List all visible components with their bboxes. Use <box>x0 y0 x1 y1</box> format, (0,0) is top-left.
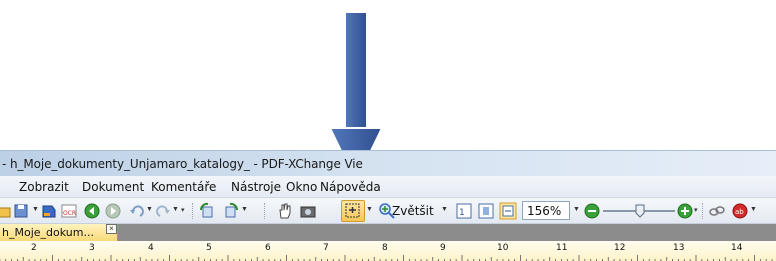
menu-komentare[interactable]: Komentáře <box>151 180 216 194</box>
toolbar-separator <box>702 203 704 219</box>
zoom-in-icon[interactable] <box>676 202 694 220</box>
hand-tool-icon[interactable] <box>276 202 294 220</box>
toolbar-separator <box>192 203 194 219</box>
ruler-number: 9 <box>440 243 446 253</box>
ruler-number: 10 <box>497 243 509 253</box>
ruler-number: 5 <box>206 243 212 253</box>
ruler-number: 7 <box>323 243 329 253</box>
scan-icon[interactable] <box>40 202 58 220</box>
zoom-level-input[interactable]: 156% <box>522 201 570 220</box>
open-icon[interactable] <box>0 202 12 220</box>
document-tab-strip: h_Moje_dokum... × <box>0 224 776 241</box>
save-icon[interactable] <box>12 202 30 220</box>
ruler-number: 6 <box>265 243 271 253</box>
forward-icon[interactable] <box>104 202 122 220</box>
window-title-bar[interactable]: - h_Moje_dokumenty_Unjamaro_katalogy_ - … <box>0 150 776 176</box>
zoom-in-dropdown-icon[interactable]: ▼ <box>441 206 448 213</box>
zoom-slider-thumb-icon[interactable] <box>631 202 649 220</box>
window-title: - h_Moje_dokumenty_Unjamaro_katalogy_ - … <box>2 157 363 171</box>
horizontal-ruler: 2 3 4 5 6 7 8 9 10 11 12 13 14 <box>0 241 776 261</box>
marquee-zoom-icon[interactable] <box>344 202 362 220</box>
link-tool-icon[interactable] <box>708 202 726 220</box>
menu-nastroje[interactable]: Nástroje <box>231 180 281 194</box>
ruler-number: 4 <box>148 243 154 253</box>
ruler-number: 11 <box>556 243 568 253</box>
ruler-number: 13 <box>673 243 685 253</box>
spell-check-icon[interactable]: ab <box>731 202 749 220</box>
redo-icon[interactable] <box>154 202 172 220</box>
ruler-number: 8 <box>382 243 388 253</box>
svg-text:OCR: OCR <box>63 210 76 217</box>
zoom-options-icon[interactable]: ▾ <box>694 206 698 214</box>
ocr-icon[interactable]: OCR <box>60 202 78 220</box>
menu-okno[interactable]: Okno <box>286 180 317 194</box>
redo-dropdown-icon[interactable]: ▼ <box>172 206 179 213</box>
svg-text:1: 1 <box>459 208 465 218</box>
rotate-right-icon[interactable] <box>222 202 240 220</box>
save-dropdown-icon[interactable]: ▼ <box>32 206 39 213</box>
menu-dokument[interactable]: Dokument <box>82 180 144 194</box>
toolbar-separator <box>264 203 266 219</box>
menu-bar: Zobrazit Dokument Komentáře Nástroje Okn… <box>0 176 776 198</box>
ruler-number: 14 <box>731 243 743 253</box>
main-toolbar: ▼ OCR ▼ ▼ ▾ ▼ ▼ Zvětšit ▼ 1 156% ▼ ▾ ab … <box>0 198 776 224</box>
zoom-level-dropdown-icon[interactable]: ▼ <box>573 206 580 213</box>
fit-page-icon[interactable] <box>477 202 495 220</box>
zoom-in-label[interactable]: Zvětšit <box>392 204 434 218</box>
ruler-number: 2 <box>31 243 37 253</box>
zoom-tool-dropdown-icon[interactable]: ▼ <box>366 206 373 213</box>
menu-zobrazit[interactable]: Zobrazit <box>19 180 69 194</box>
tab-document-label: h_Moje_dokum... <box>2 226 94 239</box>
fit-width-icon[interactable] <box>499 202 517 220</box>
undo-icon[interactable] <box>128 202 146 220</box>
back-icon[interactable] <box>83 202 101 220</box>
svg-text:ab: ab <box>735 208 744 216</box>
toolbar-options-icon[interactable]: ▾ <box>181 206 185 214</box>
zoom-out-icon[interactable] <box>583 202 601 220</box>
tab-document[interactable]: h_Moje_dokum... × <box>0 224 118 241</box>
menu-napoveda[interactable]: Nápověda <box>320 180 381 194</box>
undo-dropdown-icon[interactable]: ▼ <box>146 206 153 213</box>
ruler-ticks <box>0 255 773 261</box>
spell-dropdown-icon[interactable]: ▼ <box>750 206 757 213</box>
ruler-number: 3 <box>89 243 95 253</box>
snapshot-icon[interactable] <box>299 202 317 220</box>
rotate-left-icon[interactable] <box>198 202 216 220</box>
actual-size-icon[interactable]: 1 <box>455 202 473 220</box>
close-tab-icon[interactable]: × <box>106 224 117 234</box>
ruler-number: 12 <box>614 243 626 253</box>
rotate-dropdown-icon[interactable]: ▼ <box>241 206 248 213</box>
